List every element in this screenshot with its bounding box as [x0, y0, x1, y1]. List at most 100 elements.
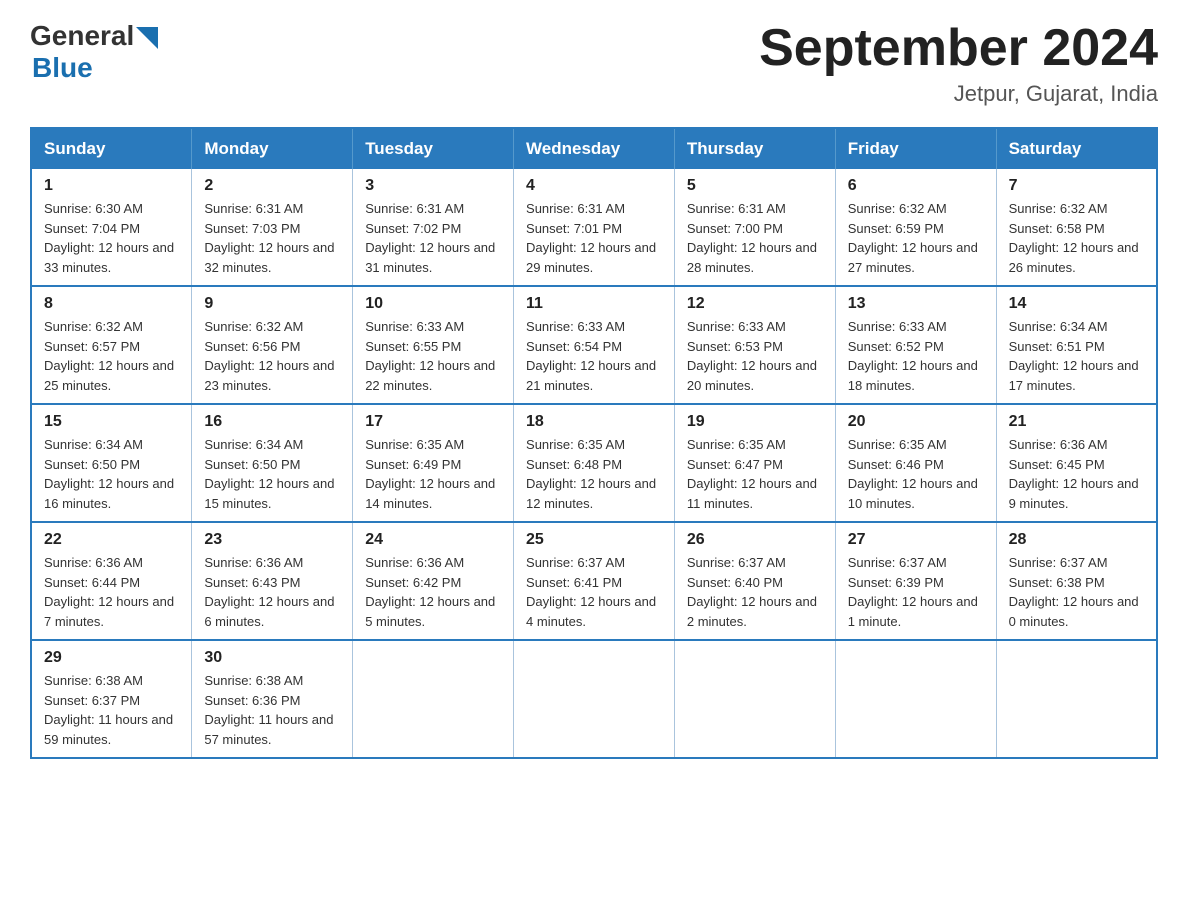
header-friday: Friday: [835, 128, 996, 169]
location-title: Jetpur, Gujarat, India: [759, 81, 1158, 107]
calendar-week-row-1: 1 Sunrise: 6:30 AMSunset: 7:04 PMDaylight…: [31, 169, 1157, 286]
day-info: Sunrise: 6:36 AMSunset: 6:43 PMDaylight:…: [204, 553, 340, 631]
day-number: 10: [365, 295, 501, 313]
day-number: 27: [848, 531, 984, 549]
day-info: Sunrise: 6:32 AMSunset: 6:58 PMDaylight:…: [1009, 199, 1144, 277]
header-wednesday: Wednesday: [514, 128, 675, 169]
day-info: Sunrise: 6:31 AMSunset: 7:03 PMDaylight:…: [204, 199, 340, 277]
calendar-cell: 21 Sunrise: 6:36 AMSunset: 6:45 PMDayligh…: [996, 404, 1157, 522]
calendar-week-row-4: 22 Sunrise: 6:36 AMSunset: 6:44 PMDayligh…: [31, 522, 1157, 640]
calendar-cell: 26 Sunrise: 6:37 AMSunset: 6:40 PMDayligh…: [674, 522, 835, 640]
calendar-cell: 28 Sunrise: 6:37 AMSunset: 6:38 PMDayligh…: [996, 522, 1157, 640]
day-info: Sunrise: 6:32 AMSunset: 6:59 PMDaylight:…: [848, 199, 984, 277]
day-info: Sunrise: 6:37 AMSunset: 6:38 PMDaylight:…: [1009, 553, 1144, 631]
calendar-cell: [353, 640, 514, 758]
day-info: Sunrise: 6:38 AMSunset: 6:36 PMDaylight:…: [204, 671, 340, 749]
calendar-cell: 19 Sunrise: 6:35 AMSunset: 6:47 PMDayligh…: [674, 404, 835, 522]
calendar-cell: 18Sunrise: 6:35 AMSunset: 6:48 PMDayligh…: [514, 404, 675, 522]
day-info: Sunrise: 6:35 AMSunset: 6:49 PMDaylight:…: [365, 435, 501, 513]
day-number: 22: [44, 531, 179, 549]
day-number: 12: [687, 295, 823, 313]
calendar-cell: 10 Sunrise: 6:33 AMSunset: 6:55 PMDayligh…: [353, 286, 514, 404]
day-info: Sunrise: 6:31 AMSunset: 7:00 PMDaylight:…: [687, 199, 823, 277]
header-sunday: Sunday: [31, 128, 192, 169]
calendar-cell: [674, 640, 835, 758]
day-number: 9: [204, 295, 340, 313]
day-number: 29: [44, 649, 179, 667]
day-number: 3: [365, 177, 501, 195]
calendar-cell: 6 Sunrise: 6:32 AMSunset: 6:59 PMDaylight…: [835, 169, 996, 286]
day-number: 28: [1009, 531, 1144, 549]
day-info: Sunrise: 6:35 AMSunset: 6:48 PMDaylight:…: [526, 435, 662, 513]
day-number: 8: [44, 295, 179, 313]
calendar-cell: 20Sunrise: 6:35 AMSunset: 6:46 PMDayligh…: [835, 404, 996, 522]
day-number: 23: [204, 531, 340, 549]
day-number: 6: [848, 177, 984, 195]
calendar-cell: 25Sunrise: 6:37 AMSunset: 6:41 PMDayligh…: [514, 522, 675, 640]
calendar-cell: 24 Sunrise: 6:36 AMSunset: 6:42 PMDayligh…: [353, 522, 514, 640]
day-number: 14: [1009, 295, 1144, 313]
logo: General Blue: [30, 20, 158, 84]
day-info: Sunrise: 6:30 AMSunset: 7:04 PMDaylight:…: [44, 199, 179, 277]
day-info: Sunrise: 6:34 AMSunset: 6:50 PMDaylight:…: [204, 435, 340, 513]
month-title: September 2024: [759, 20, 1158, 77]
calendar-week-row-2: 8Sunrise: 6:32 AMSunset: 6:57 PMDaylight…: [31, 286, 1157, 404]
day-info: Sunrise: 6:36 AMSunset: 6:42 PMDaylight:…: [365, 553, 501, 631]
logo-triangle-icon: [136, 27, 158, 49]
day-number: 26: [687, 531, 823, 549]
day-number: 13: [848, 295, 984, 313]
calendar-cell: 29Sunrise: 6:38 AMSunset: 6:37 PMDayligh…: [31, 640, 192, 758]
calendar-cell: 14 Sunrise: 6:34 AMSunset: 6:51 PMDayligh…: [996, 286, 1157, 404]
header-tuesday: Tuesday: [353, 128, 514, 169]
day-number: 1: [44, 177, 179, 195]
calendar-week-row-5: 29Sunrise: 6:38 AMSunset: 6:37 PMDayligh…: [31, 640, 1157, 758]
calendar-cell: 15Sunrise: 6:34 AMSunset: 6:50 PMDayligh…: [31, 404, 192, 522]
header-thursday: Thursday: [674, 128, 835, 169]
calendar-cell: 5 Sunrise: 6:31 AMSunset: 7:00 PMDaylight…: [674, 169, 835, 286]
calendar-cell: 16 Sunrise: 6:34 AMSunset: 6:50 PMDayligh…: [192, 404, 353, 522]
day-info: Sunrise: 6:36 AMSunset: 6:45 PMDaylight:…: [1009, 435, 1144, 513]
day-number: 5: [687, 177, 823, 195]
day-info: Sunrise: 6:32 AMSunset: 6:56 PMDaylight:…: [204, 317, 340, 395]
day-info: Sunrise: 6:35 AMSunset: 6:47 PMDaylight:…: [687, 435, 823, 513]
day-info: Sunrise: 6:33 AMSunset: 6:55 PMDaylight:…: [365, 317, 501, 395]
day-info: Sunrise: 6:34 AMSunset: 6:51 PMDaylight:…: [1009, 317, 1144, 395]
calendar-cell: 13 Sunrise: 6:33 AMSunset: 6:52 PMDayligh…: [835, 286, 996, 404]
day-number: 7: [1009, 177, 1144, 195]
calendar-cell: 12 Sunrise: 6:33 AMSunset: 6:53 PMDayligh…: [674, 286, 835, 404]
day-number: 16: [204, 413, 340, 431]
calendar-cell: [996, 640, 1157, 758]
day-info: Sunrise: 6:37 AMSunset: 6:41 PMDaylight:…: [526, 553, 662, 631]
day-number: 21: [1009, 413, 1144, 431]
calendar-cell: 7 Sunrise: 6:32 AMSunset: 6:58 PMDaylight…: [996, 169, 1157, 286]
calendar-table: SundayMondayTuesdayWednesdayThursdayFrid…: [30, 127, 1158, 759]
day-info: Sunrise: 6:36 AMSunset: 6:44 PMDaylight:…: [44, 553, 179, 631]
day-info: Sunrise: 6:34 AMSunset: 6:50 PMDaylight:…: [44, 435, 179, 513]
day-info: Sunrise: 6:37 AMSunset: 6:39 PMDaylight:…: [848, 553, 984, 631]
logo-general-text: General: [30, 20, 134, 52]
day-number: 20: [848, 413, 984, 431]
calendar-cell: 23 Sunrise: 6:36 AMSunset: 6:43 PMDayligh…: [192, 522, 353, 640]
calendar-cell: 9 Sunrise: 6:32 AMSunset: 6:56 PMDaylight…: [192, 286, 353, 404]
calendar-header-row: SundayMondayTuesdayWednesdayThursdayFrid…: [31, 128, 1157, 169]
header-saturday: Saturday: [996, 128, 1157, 169]
calendar-cell: 3 Sunrise: 6:31 AMSunset: 7:02 PMDaylight…: [353, 169, 514, 286]
day-number: 17: [365, 413, 501, 431]
logo-blue-text: Blue: [32, 52, 93, 83]
calendar-cell: 2Sunrise: 6:31 AMSunset: 7:03 PMDaylight…: [192, 169, 353, 286]
calendar-cell: 27 Sunrise: 6:37 AMSunset: 6:39 PMDayligh…: [835, 522, 996, 640]
day-info: Sunrise: 6:37 AMSunset: 6:40 PMDaylight:…: [687, 553, 823, 631]
calendar-cell: 11Sunrise: 6:33 AMSunset: 6:54 PMDayligh…: [514, 286, 675, 404]
calendar-cell: [514, 640, 675, 758]
calendar-cell: 17 Sunrise: 6:35 AMSunset: 6:49 PMDayligh…: [353, 404, 514, 522]
day-number: 4: [526, 177, 662, 195]
calendar-cell: 30Sunrise: 6:38 AMSunset: 6:36 PMDayligh…: [192, 640, 353, 758]
title-section: September 2024 Jetpur, Gujarat, India: [759, 20, 1158, 107]
day-number: 24: [365, 531, 501, 549]
day-info: Sunrise: 6:33 AMSunset: 6:52 PMDaylight:…: [848, 317, 984, 395]
day-info: Sunrise: 6:33 AMSunset: 6:54 PMDaylight:…: [526, 317, 662, 395]
day-info: Sunrise: 6:31 AMSunset: 7:02 PMDaylight:…: [365, 199, 501, 277]
page-header: General Blue September 2024 Jetpur, Guja…: [30, 20, 1158, 107]
day-info: Sunrise: 6:33 AMSunset: 6:53 PMDaylight:…: [687, 317, 823, 395]
day-number: 19: [687, 413, 823, 431]
